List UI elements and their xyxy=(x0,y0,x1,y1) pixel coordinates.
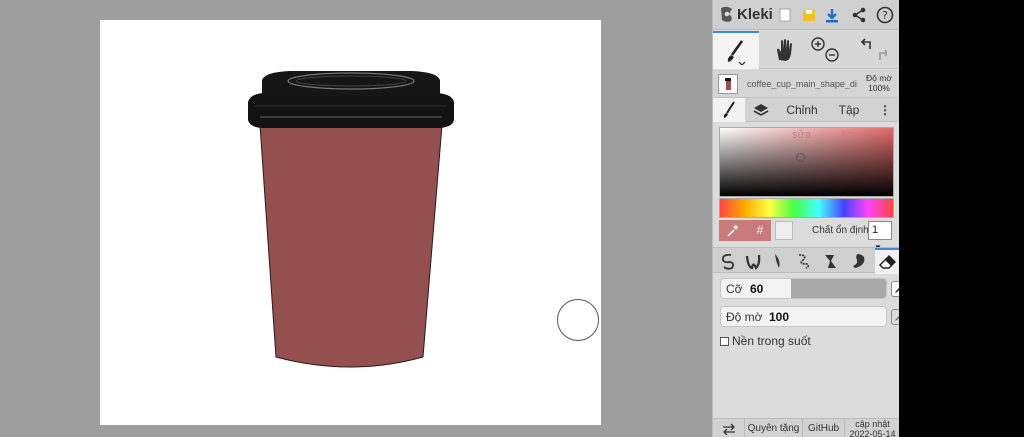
tab-layers[interactable] xyxy=(749,98,773,122)
version-date: 2022-05-14 xyxy=(849,428,896,437)
brush-tab-icon xyxy=(723,101,735,118)
eraser-icon[interactable] xyxy=(875,248,900,274)
version-label: cập nhật xyxy=(855,418,890,429)
size-label: Cỡ xyxy=(726,282,743,296)
sv-hint-left: sửa xyxy=(792,129,811,141)
layer-name: coffee_cup_main_shape_di xyxy=(747,79,857,89)
smudge-brush-icon[interactable] xyxy=(847,250,869,272)
version-info[interactable]: cập nhật 2022-05-14 xyxy=(844,419,900,437)
opacity-label: Độ mờ xyxy=(726,310,763,324)
brush-cursor xyxy=(557,299,599,341)
tab-more[interactable]: ⋮ xyxy=(875,98,895,122)
donate-link[interactable]: Quyên tặng xyxy=(744,419,802,437)
layer-thumbnail xyxy=(718,74,738,94)
tab-adjust[interactable]: Chỉnh xyxy=(779,98,825,122)
tool-row xyxy=(713,31,900,69)
pen-brush-icon[interactable] xyxy=(717,250,739,272)
blend-brush-icon[interactable] xyxy=(742,250,764,272)
sv-hint-right: tin xyxy=(842,129,854,141)
tab-brush[interactable] xyxy=(713,98,745,122)
side-panel: Kleki ? coffee_cup_main_shape_di Độ mờ 1… xyxy=(712,0,907,437)
eyedropper-icon[interactable] xyxy=(719,222,745,240)
transparent-background-toggle[interactable]: Nền trong suốt xyxy=(720,333,890,349)
undo-redo-icon[interactable] xyxy=(857,35,887,65)
pixel-brush-icon[interactable] xyxy=(793,250,815,272)
color-row: # Chất ổn định 1 ▼ xyxy=(713,220,900,252)
save-icon[interactable] xyxy=(800,6,818,24)
new-file-icon[interactable] xyxy=(776,6,794,24)
layer-opacity: Độ mờ 100% xyxy=(861,73,897,93)
top-bar: Kleki ? xyxy=(713,0,900,30)
chemy-brush-icon[interactable] xyxy=(820,250,842,272)
opacity-slider[interactable]: Độ mờ 100 xyxy=(720,306,887,327)
brush-tool-button[interactable] xyxy=(713,31,759,69)
app-name: Kleki xyxy=(737,5,773,23)
layer-opacity-label: Độ mờ xyxy=(866,73,892,83)
layer-row[interactable]: coffee_cup_main_shape_di Độ mờ 100% xyxy=(713,70,900,98)
brush-type-row xyxy=(713,247,900,274)
secondary-color-swatch[interactable] xyxy=(775,221,793,240)
opacity-value: 100 xyxy=(769,310,790,324)
swap-sides-icon[interactable] xyxy=(713,419,744,437)
tab-file[interactable]: Tập xyxy=(829,98,869,122)
hue-slider[interactable] xyxy=(719,198,894,218)
size-slider[interactable]: Cỡ 60 xyxy=(720,278,887,299)
empty-area xyxy=(899,0,1024,437)
drawing-canvas[interactable] xyxy=(100,20,601,425)
size-slider-fill xyxy=(791,279,886,298)
layer-opacity-value: 100% xyxy=(868,83,890,93)
color-picker-handle[interactable] xyxy=(796,153,805,162)
hex-input-button[interactable]: # xyxy=(749,221,771,240)
color-sv-picker[interactable]: sửa tin xyxy=(719,127,894,197)
stabilizer-value: 1 xyxy=(872,224,879,236)
transparent-background-checkbox[interactable] xyxy=(720,336,729,346)
zoom-in-icon[interactable] xyxy=(810,35,840,65)
download-icon[interactable] xyxy=(823,6,841,24)
sketchy-brush-icon[interactable] xyxy=(767,250,789,272)
github-link[interactable]: GitHub xyxy=(802,419,844,437)
panel-footer: Quyên tặng GitHub cập nhật 2022-05-14 xyxy=(713,418,900,437)
stabilizer-label: Chất ổn định xyxy=(812,225,869,236)
help-icon[interactable]: ? xyxy=(876,6,894,24)
canvas-workspace[interactable] xyxy=(0,0,712,437)
app-logo[interactable]: Kleki xyxy=(719,5,773,23)
panel-tabs: Chỉnh Tập ⋮ xyxy=(713,98,900,122)
share-icon[interactable] xyxy=(850,6,868,24)
kleki-logo-icon xyxy=(721,6,732,22)
size-value: 60 xyxy=(750,282,764,296)
brush-icon xyxy=(721,37,751,67)
transparent-background-label: Nền trong suốt xyxy=(732,334,811,348)
coffee-cup-drawing xyxy=(248,71,454,368)
hand-icon[interactable] xyxy=(769,35,799,65)
svg-text:?: ? xyxy=(882,9,888,22)
stabilizer-select[interactable]: 1 ▼ xyxy=(868,221,892,252)
layers-icon xyxy=(753,104,769,116)
